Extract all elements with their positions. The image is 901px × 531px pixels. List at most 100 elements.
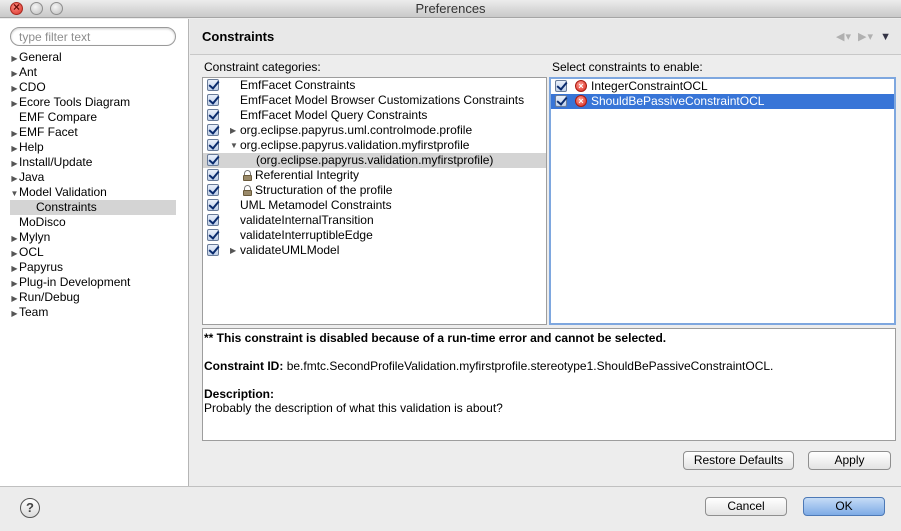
tree-item[interactable]: ▶Run/Debug [10, 290, 176, 305]
disabled-warning-text: ** This constraint is disabled because o… [204, 331, 667, 345]
category-checkbox[interactable] [207, 79, 219, 91]
error-icon: × [575, 95, 587, 107]
collapsed-arrow-icon[interactable]: ▶ [10, 96, 19, 111]
category-checkbox[interactable] [207, 229, 219, 241]
view-menu-icon[interactable]: ▼ [880, 31, 891, 43]
tree-item-label: Help [19, 140, 44, 154]
tree-item[interactable]: ▶OCL [10, 245, 176, 260]
collapsed-arrow-icon[interactable]: ▶ [10, 171, 19, 186]
collapsed-arrow-icon[interactable]: ▶ [10, 276, 19, 291]
category-checkbox[interactable] [207, 199, 219, 211]
collapsed-arrow-icon[interactable]: ▶ [10, 126, 19, 141]
collapsed-arrow-icon[interactable]: ▶ [10, 261, 19, 276]
dialog-footer: ? Cancel OK [0, 486, 901, 531]
category-row[interactable]: validateInternalTransition [203, 213, 546, 228]
error-icon: × [575, 80, 587, 92]
category-row[interactable]: ▶ validateUMLModel [203, 243, 546, 258]
category-row[interactable]: UML Metamodel Constraints [203, 198, 546, 213]
tree-item[interactable]: ▶Java [10, 170, 176, 185]
tree-item[interactable]: ▶General [10, 50, 176, 65]
tree-item-label: Team [19, 305, 49, 319]
tree-item[interactable]: MoDisco [10, 215, 176, 230]
category-row[interactable]: EmfFacet Model Browser Customizations Co… [203, 93, 546, 108]
tree-item[interactable]: ▶CDO [10, 80, 176, 95]
category-row[interactable]: validateInterruptibleEdge [203, 228, 546, 243]
category-checkbox[interactable] [207, 244, 219, 256]
filter-input[interactable] [19, 29, 169, 44]
tree-item[interactable]: Constraints [10, 200, 176, 215]
category-row[interactable]: Referential Integrity [203, 168, 546, 183]
tree-item[interactable]: ▶Plug-in Development [10, 275, 176, 290]
forward-arrow-icon[interactable]: ▶ [858, 31, 866, 43]
constraint-row[interactable]: × ShouldBePassiveConstraintOCL [551, 94, 894, 109]
category-checkbox[interactable] [207, 124, 219, 136]
constraint-row[interactable]: × IntegerConstraintOCL [551, 79, 894, 94]
cancel-button[interactable]: Cancel [705, 497, 787, 516]
tree-item[interactable]: ▶Help [10, 140, 176, 155]
collapsed-arrow-icon[interactable]: ▶ [10, 291, 19, 306]
tree-item-label: Constraints [36, 200, 97, 214]
tree-item-label: Plug-in Development [19, 275, 131, 289]
preferences-tree: ▶General ▶Ant ▶CDO ▶Ecore Tools Diagram EMF … [10, 50, 176, 320]
collapsed-arrow-icon[interactable]: ▶ [230, 243, 236, 258]
tree-item[interactable]: EMF Compare [10, 110, 176, 125]
filter-field[interactable] [10, 27, 176, 46]
constraint-label: ShouldBePassiveConstraintOCL [591, 94, 765, 108]
collapsed-arrow-icon[interactable]: ▶ [10, 246, 19, 261]
category-row[interactable]: ▶ org.eclipse.papyrus.uml.controlmode.pro… [203, 123, 546, 138]
restore-defaults-button[interactable]: Restore Defaults [683, 451, 794, 470]
tree-item[interactable]: ▶Papyrus [10, 260, 176, 275]
forward-dropdown-icon[interactable]: ▾ [868, 31, 874, 43]
constraint-details: ** This constraint is disabled because o… [202, 328, 896, 441]
category-label: EmfFacet Model Browser Customizations Co… [240, 93, 525, 107]
tree-item[interactable]: ▶EMF Facet [10, 125, 176, 140]
collapsed-arrow-icon[interactable]: ▶ [230, 123, 236, 138]
category-checkbox[interactable] [207, 109, 219, 121]
category-label: validateInterruptibleEdge [240, 228, 373, 242]
category-checkbox[interactable] [207, 94, 219, 106]
help-icon[interactable]: ? [20, 498, 40, 518]
tree-item-label: Papyrus [19, 260, 64, 274]
category-checkbox[interactable] [207, 154, 219, 166]
back-dropdown-icon[interactable]: ▾ [845, 31, 851, 43]
tree-item[interactable]: ▼Model Validation [10, 185, 176, 200]
lock-icon [243, 185, 252, 196]
collapsed-arrow-icon[interactable]: ▶ [10, 51, 19, 66]
expanded-arrow-icon[interactable]: ▼ [10, 186, 19, 201]
tree-item[interactable]: ▶Ant [10, 65, 176, 80]
category-label: (org.eclipse.papyrus.validation.myfirstp… [256, 153, 494, 167]
category-row[interactable]: ▼ org.eclipse.papyrus.validation.myfirstp… [203, 138, 546, 153]
constraints-list[interactable]: × IntegerConstraintOCL × ShouldBePassiveCon… [549, 77, 896, 325]
collapsed-arrow-icon[interactable]: ▶ [10, 66, 19, 81]
category-checkbox[interactable] [207, 139, 219, 151]
category-checkbox[interactable] [207, 214, 219, 226]
tree-item[interactable]: ▶Ecore Tools Diagram [10, 95, 176, 110]
tree-item-label: Mylyn [19, 230, 51, 244]
category-row[interactable]: Structuration of the profile [203, 183, 546, 198]
tree-item[interactable]: ▶Team [10, 305, 176, 320]
tree-item-label: Java [19, 170, 45, 184]
apply-button[interactable]: Apply [808, 451, 891, 470]
tree-item-label: MoDisco [19, 215, 66, 229]
categories-tree[interactable]: EmfFacet Constraints EmfFacet Model Brows… [202, 77, 547, 325]
page-header: Constraints ◀▾ ▶▾ ▼ [190, 19, 901, 55]
category-row[interactable]: EmfFacet Constraints [203, 78, 546, 93]
constraint-checkbox[interactable] [555, 95, 567, 107]
category-row[interactable]: EmfFacet Model Query Constraints [203, 108, 546, 123]
expanded-arrow-icon[interactable]: ▼ [230, 138, 238, 153]
collapsed-arrow-icon[interactable]: ▶ [10, 81, 19, 96]
back-arrow-icon[interactable]: ◀ [836, 31, 844, 43]
category-checkbox[interactable] [207, 169, 219, 181]
constraint-checkbox[interactable] [555, 80, 567, 92]
collapsed-arrow-icon[interactable]: ▶ [10, 141, 19, 156]
tree-item[interactable]: ▶Install/Update [10, 155, 176, 170]
collapsed-arrow-icon[interactable]: ▶ [10, 306, 19, 321]
category-row[interactable]: (org.eclipse.papyrus.validation.myfirstp… [203, 153, 546, 168]
ok-button[interactable]: OK [803, 497, 885, 516]
collapsed-arrow-icon[interactable]: ▶ [10, 231, 19, 246]
collapsed-arrow-icon[interactable]: ▶ [10, 156, 19, 171]
tree-item[interactable]: ▶Mylyn [10, 230, 176, 245]
tree-item-label: General [19, 50, 62, 64]
page-nav-controls: ◀▾ ▶▾ ▼ [832, 30, 891, 43]
category-checkbox[interactable] [207, 184, 219, 196]
